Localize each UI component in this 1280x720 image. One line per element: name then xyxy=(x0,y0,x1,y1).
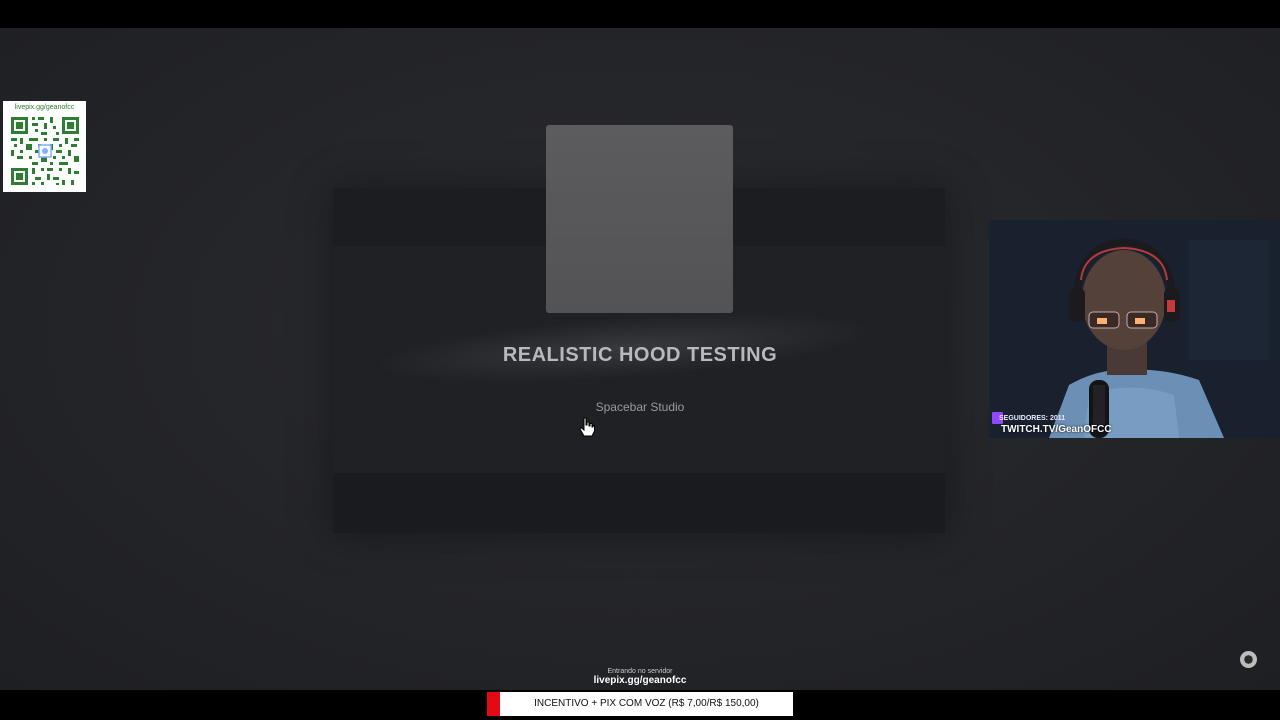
loading-spinner-icon xyxy=(1240,651,1257,668)
streamer-image xyxy=(989,220,1280,438)
qr-code-panel: livepix.gg/geanofcc xyxy=(3,101,86,192)
game-thumbnail xyxy=(546,125,733,313)
qr-url: livepix.gg/geanofcc xyxy=(14,104,75,111)
letterbox-top xyxy=(0,0,1280,28)
follower-count: SEGUIDORES: 2011 xyxy=(999,415,1066,422)
hand-pointer-icon xyxy=(579,417,595,437)
connecting-status: Entrando no servidor xyxy=(607,668,673,675)
incentive-accent xyxy=(487,692,500,716)
webcam-feed: SEGUIDORES: 2011 TWITCH.TV/GeanOFCC xyxy=(989,220,1280,438)
channel-url: TWITCH.TV/GeanOFCC xyxy=(1001,424,1112,435)
incentive-text: INCENTIVO + PIX COM VOZ (R$ 7,00/R$ 150,… xyxy=(534,698,759,709)
qr-code-icon xyxy=(7,114,82,188)
livepix-url: livepix.gg/geanofcc xyxy=(593,675,687,686)
card-bottom-band xyxy=(333,473,945,533)
incentive-banner: INCENTIVO + PIX COM VOZ (R$ 7,00/R$ 150,… xyxy=(487,692,793,716)
